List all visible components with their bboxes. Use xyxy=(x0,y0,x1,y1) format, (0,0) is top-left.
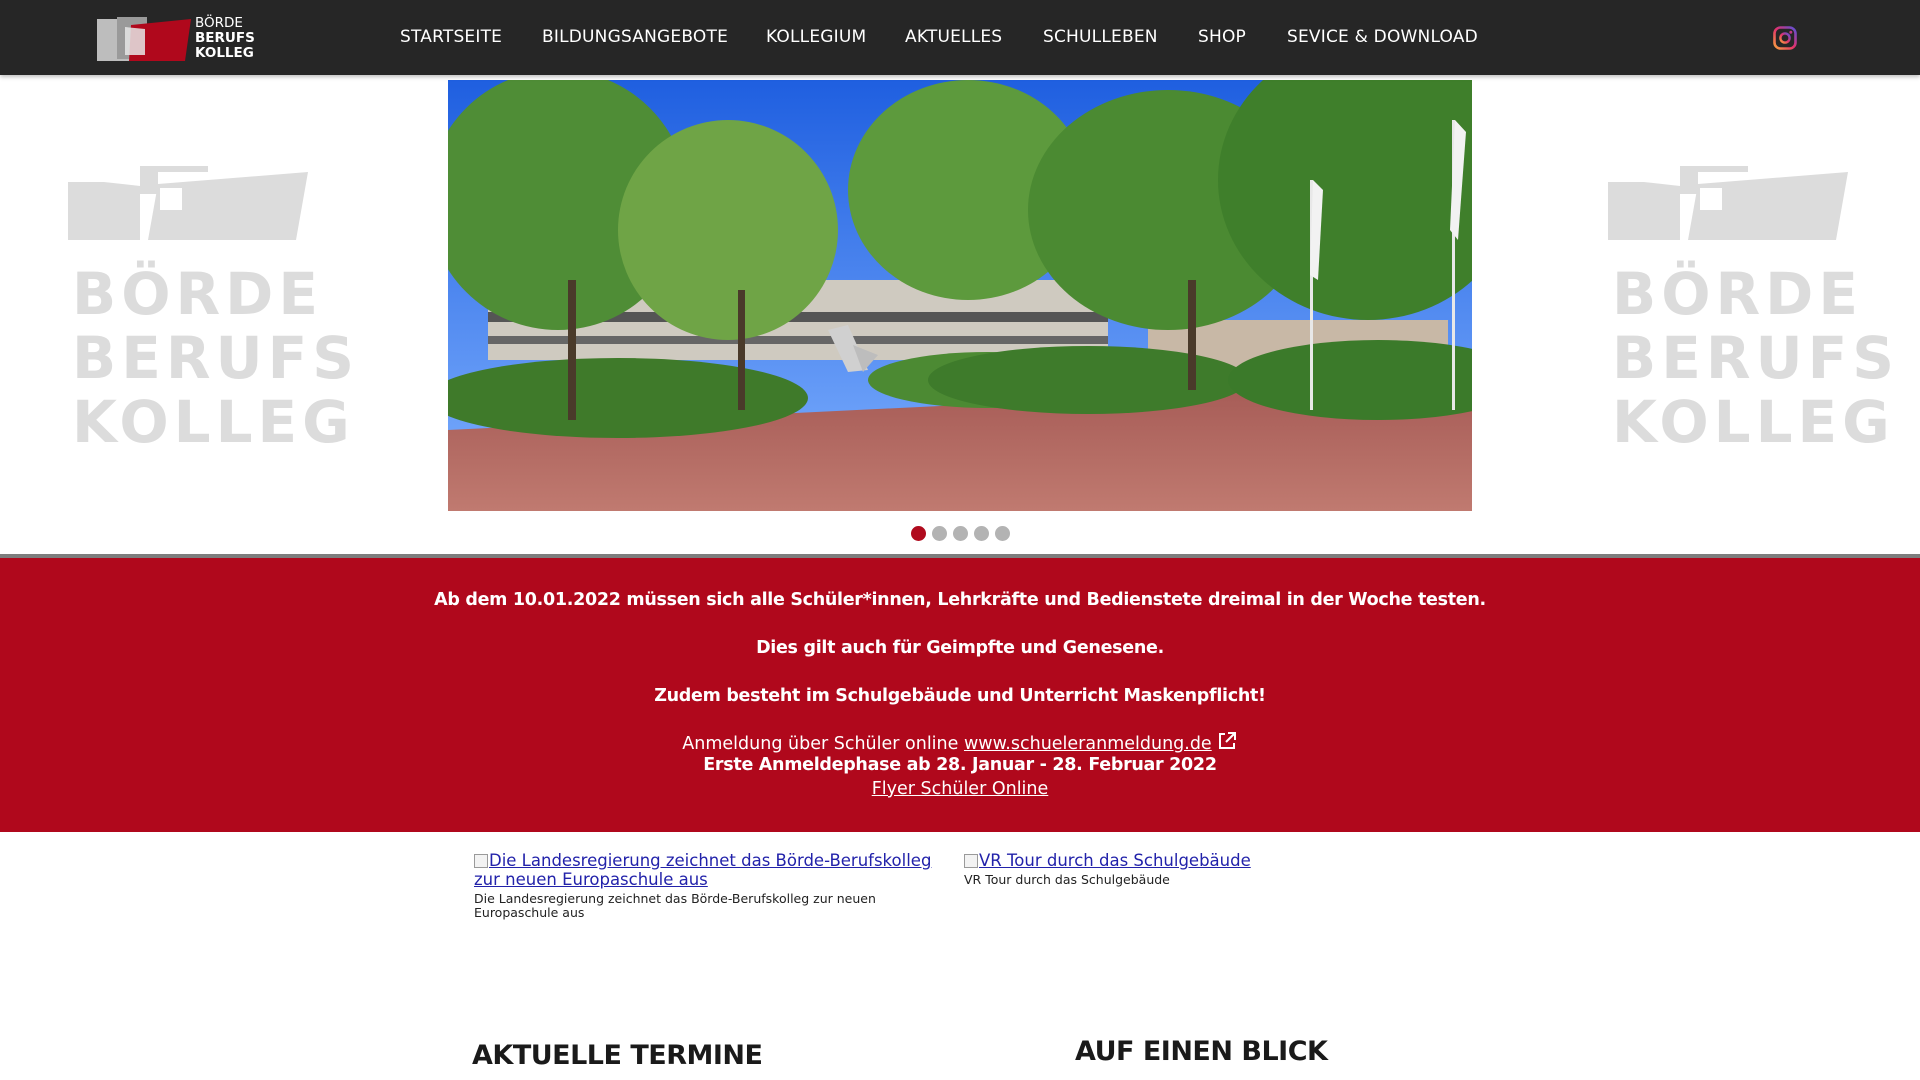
slider-dot-4[interactable] xyxy=(973,526,989,541)
teaser-vr-tour-link-text: VR Tour durch das Schulgebäude xyxy=(979,851,1251,870)
nav-item-startseite[interactable]: STARTSEITE xyxy=(400,27,502,47)
hero-slide-image[interactable] xyxy=(448,80,1472,511)
slider-dot-1[interactable] xyxy=(910,526,926,541)
nav-item-service-download[interactable]: SEVICE & DOWNLOAD xyxy=(1287,27,1478,47)
instagram-icon[interactable] xyxy=(1773,26,1797,50)
teaser-europaschule-link[interactable]: Die Landesregierung zeichnet das Börde-B… xyxy=(474,851,954,889)
side-logo-word-3: KOLLEG xyxy=(72,388,355,456)
slider-pagination xyxy=(0,526,1920,542)
broken-image-icon xyxy=(964,854,978,868)
side-logo-word-3: KOLLEG xyxy=(1612,388,1895,456)
announcement-line-2: Dies gilt auch für Geimpfte und Genesene… xyxy=(756,638,1164,658)
teaser-vr-tour: VR Tour durch das Schulgebäude VR Tour d… xyxy=(964,851,1264,887)
side-logo-word-2: BERUFS xyxy=(1612,324,1899,392)
side-logo-word-1: BÖRDE xyxy=(1612,260,1863,328)
teaser-vr-tour-link[interactable]: VR Tour durch das Schulgebäude xyxy=(964,851,1264,870)
side-logo-right: BÖRDE BERUFS KOLLEG xyxy=(1608,164,1894,464)
nav-item-aktuelles[interactable]: AKTUELLES xyxy=(905,27,1002,47)
nav-item-kollegium[interactable]: KOLLEGIUM xyxy=(766,27,866,47)
flyer-line: Flyer Schüler Online xyxy=(0,779,1920,799)
nav-item-shop[interactable]: SHOP xyxy=(1198,27,1246,47)
slider-dot-3[interactable] xyxy=(952,526,968,541)
side-logo-left: BÖRDE BERUFS KOLLEG xyxy=(68,164,354,464)
slider-dot-5[interactable] xyxy=(994,526,1010,541)
campus-photo xyxy=(448,80,1472,511)
auf-einen-blick-heading: AUF EINEN BLICK xyxy=(1075,1036,1328,1067)
main-menu: STARTSEITE BILDUNGSANGEBOTE KOLLEGIUM AK… xyxy=(0,0,1920,75)
external-link-icon[interactable] xyxy=(1216,730,1238,752)
registration-prefix: Anmeldung über Schüler online xyxy=(682,734,964,754)
registration-phase: Erste Anmeldephase ab 28. Januar - 28. F… xyxy=(703,755,1217,775)
flyer-link[interactable]: Flyer Schüler Online xyxy=(872,779,1049,799)
announcement-band: Ab dem 10.01.2022 müssen sich alle Schül… xyxy=(0,558,1920,832)
teaser-europaschule-link-text: Die Landesregierung zeichnet das Börde-B… xyxy=(474,851,932,889)
registration-line: Anmeldung über Schüler online www.schuel… xyxy=(0,730,1920,754)
broken-image-icon xyxy=(474,854,488,868)
teaser-europaschule-caption: Die Landesregierung zeichnet das Börde-B… xyxy=(474,891,876,920)
announcement-line-3: Zudem besteht im Schulgebäude und Unterr… xyxy=(654,686,1266,706)
slider-dot-2[interactable] xyxy=(931,526,947,541)
registration-link[interactable]: www.schueleranmeldung.de xyxy=(964,734,1212,754)
nav-item-schulleben[interactable]: SCHULLEBEN xyxy=(1043,27,1158,47)
side-logo-mark-icon xyxy=(68,166,308,240)
teaser-vr-tour-caption: VR Tour durch das Schulgebäude xyxy=(964,872,1170,887)
announcement-line-1: Ab dem 10.01.2022 müssen sich alle Schül… xyxy=(434,590,1486,610)
nav-item-bildungsangebote[interactable]: BILDUNGSANGEBOTE xyxy=(542,27,728,47)
top-navigation-bar: BÖRDE BERUFS KOLLEG STARTSEITE BILDUNGSA… xyxy=(0,0,1920,75)
side-logo-word-1: BÖRDE xyxy=(72,260,323,328)
side-logo-mark-icon xyxy=(1608,166,1848,240)
side-logo-word-2: BERUFS xyxy=(72,324,359,392)
teaser-europaschule: Die Landesregierung zeichnet das Börde-B… xyxy=(474,851,954,920)
aktuelle-termine-heading: AKTUELLE TERMINE xyxy=(472,1040,763,1071)
